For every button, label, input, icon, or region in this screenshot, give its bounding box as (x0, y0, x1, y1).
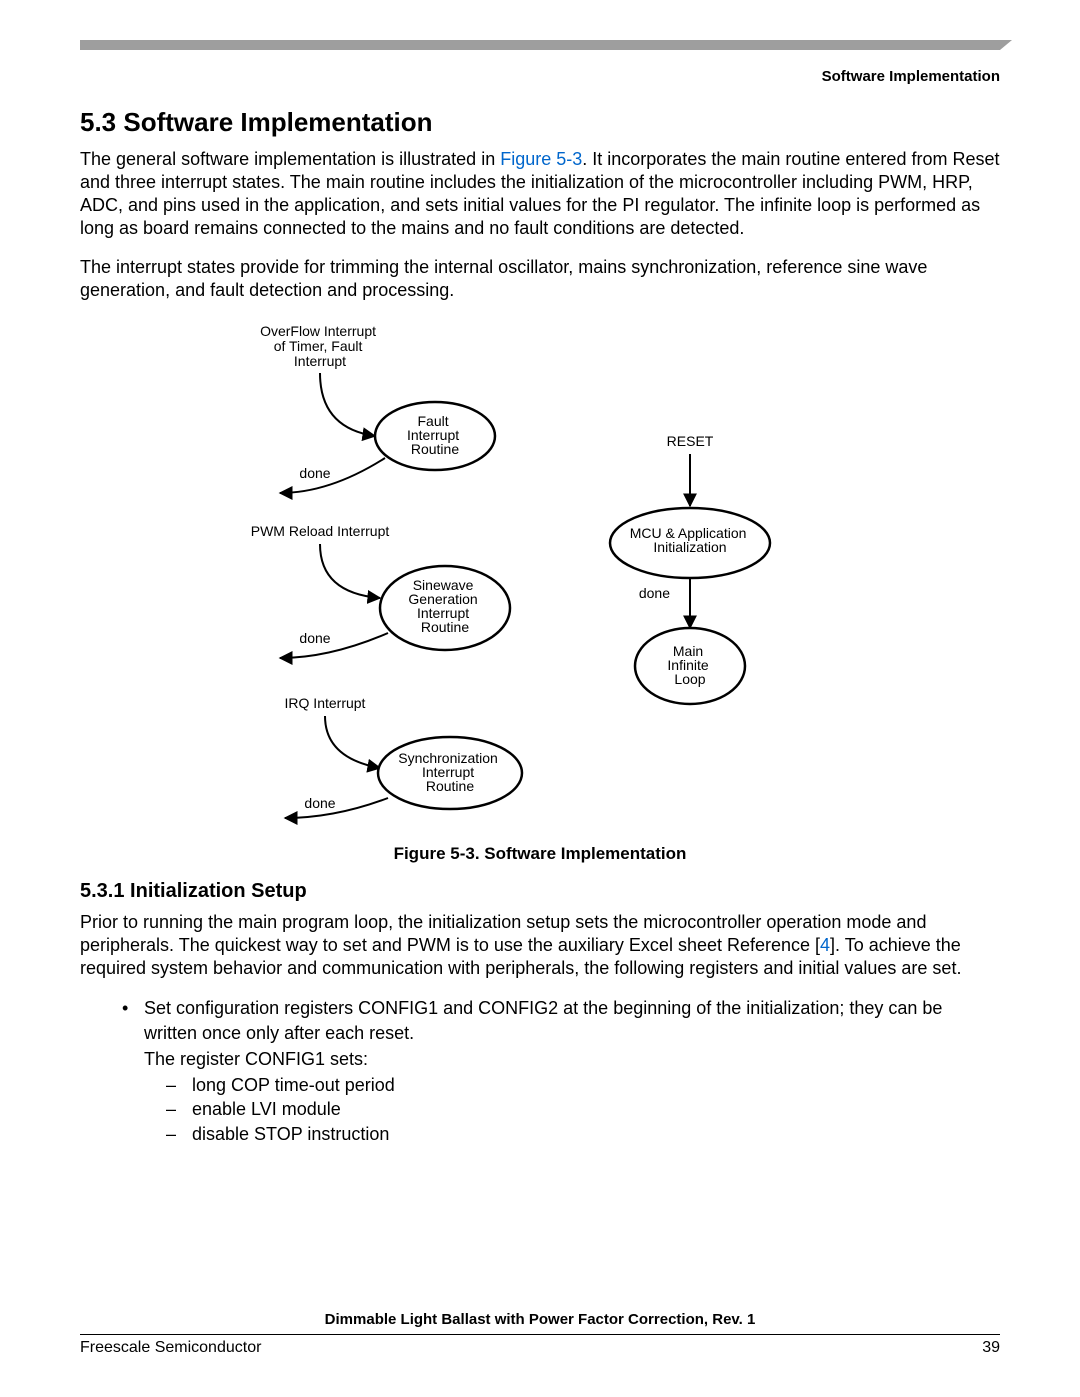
text-run: Prior to running the main program loop, … (80, 912, 926, 955)
figure-link[interactable]: Figure 5-3 (500, 149, 582, 169)
subsection-heading: 5.3.1 Initialization Setup (80, 880, 1000, 903)
running-header: Software Implementation (80, 68, 1000, 85)
reference-link[interactable]: 4 (820, 935, 830, 955)
svg-text:IRQ Interrupt: IRQ Interrupt (285, 695, 366, 711)
list-item: Set configuration registers CONFIG1 and … (122, 996, 1000, 1045)
dash-list: long COP time-out period enable LVI modu… (144, 1073, 1000, 1146)
page-number: 39 (982, 1339, 1000, 1357)
paragraph: Prior to running the main program loop, … (80, 911, 1000, 980)
list-item: disable STOP instruction (166, 1122, 1000, 1146)
svg-text:done: done (299, 465, 330, 481)
svg-text:OverFlow Interrupt of: OverFlow Interrupt of Timer, Fault Inter… (260, 323, 380, 369)
section-heading: 5.3 Software Implementation (80, 107, 1000, 138)
list-item: The register CONFIG1 sets: (122, 1047, 1000, 1071)
paragraph: The general software implementation is i… (80, 148, 1000, 240)
figure-caption: Figure 5-3. Software Implementation (80, 844, 1000, 864)
bullet-list: Set configuration registers CONFIG1 and … (80, 996, 1000, 1146)
footer: Dimmable Light Ballast with Power Factor… (80, 1311, 1000, 1357)
list-item: long COP time-out period (166, 1073, 1000, 1097)
figure: OverFlow Interrupt of Timer, Fault Inter… (80, 318, 1000, 838)
list-item: enable LVI module (166, 1097, 1000, 1121)
page: Software Implementation 5.3 Software Imp… (0, 0, 1080, 1397)
svg-text:RESET: RESET (667, 433, 714, 449)
top-bar (80, 40, 1000, 50)
svg-text:done: done (639, 585, 670, 601)
svg-text:done: done (304, 795, 335, 811)
list-item: long COP time-out period enable LVI modu… (122, 1073, 1000, 1146)
svg-text:done: done (299, 630, 330, 646)
footer-row: Freescale Semiconductor 39 (80, 1339, 1000, 1357)
figure-svg: OverFlow Interrupt of Timer, Fault Inter… (220, 318, 860, 838)
footer-left: Freescale Semiconductor (80, 1339, 261, 1357)
footer-title: Dimmable Light Ballast with Power Factor… (80, 1311, 1000, 1328)
paragraph: The interrupt states provide for trimmin… (80, 256, 1000, 302)
text-run: The general software implementation is i… (80, 149, 500, 169)
svg-text:PWM Reload Interrupt: PWM Reload Interrupt (251, 523, 390, 539)
footer-rule (80, 1334, 1000, 1335)
